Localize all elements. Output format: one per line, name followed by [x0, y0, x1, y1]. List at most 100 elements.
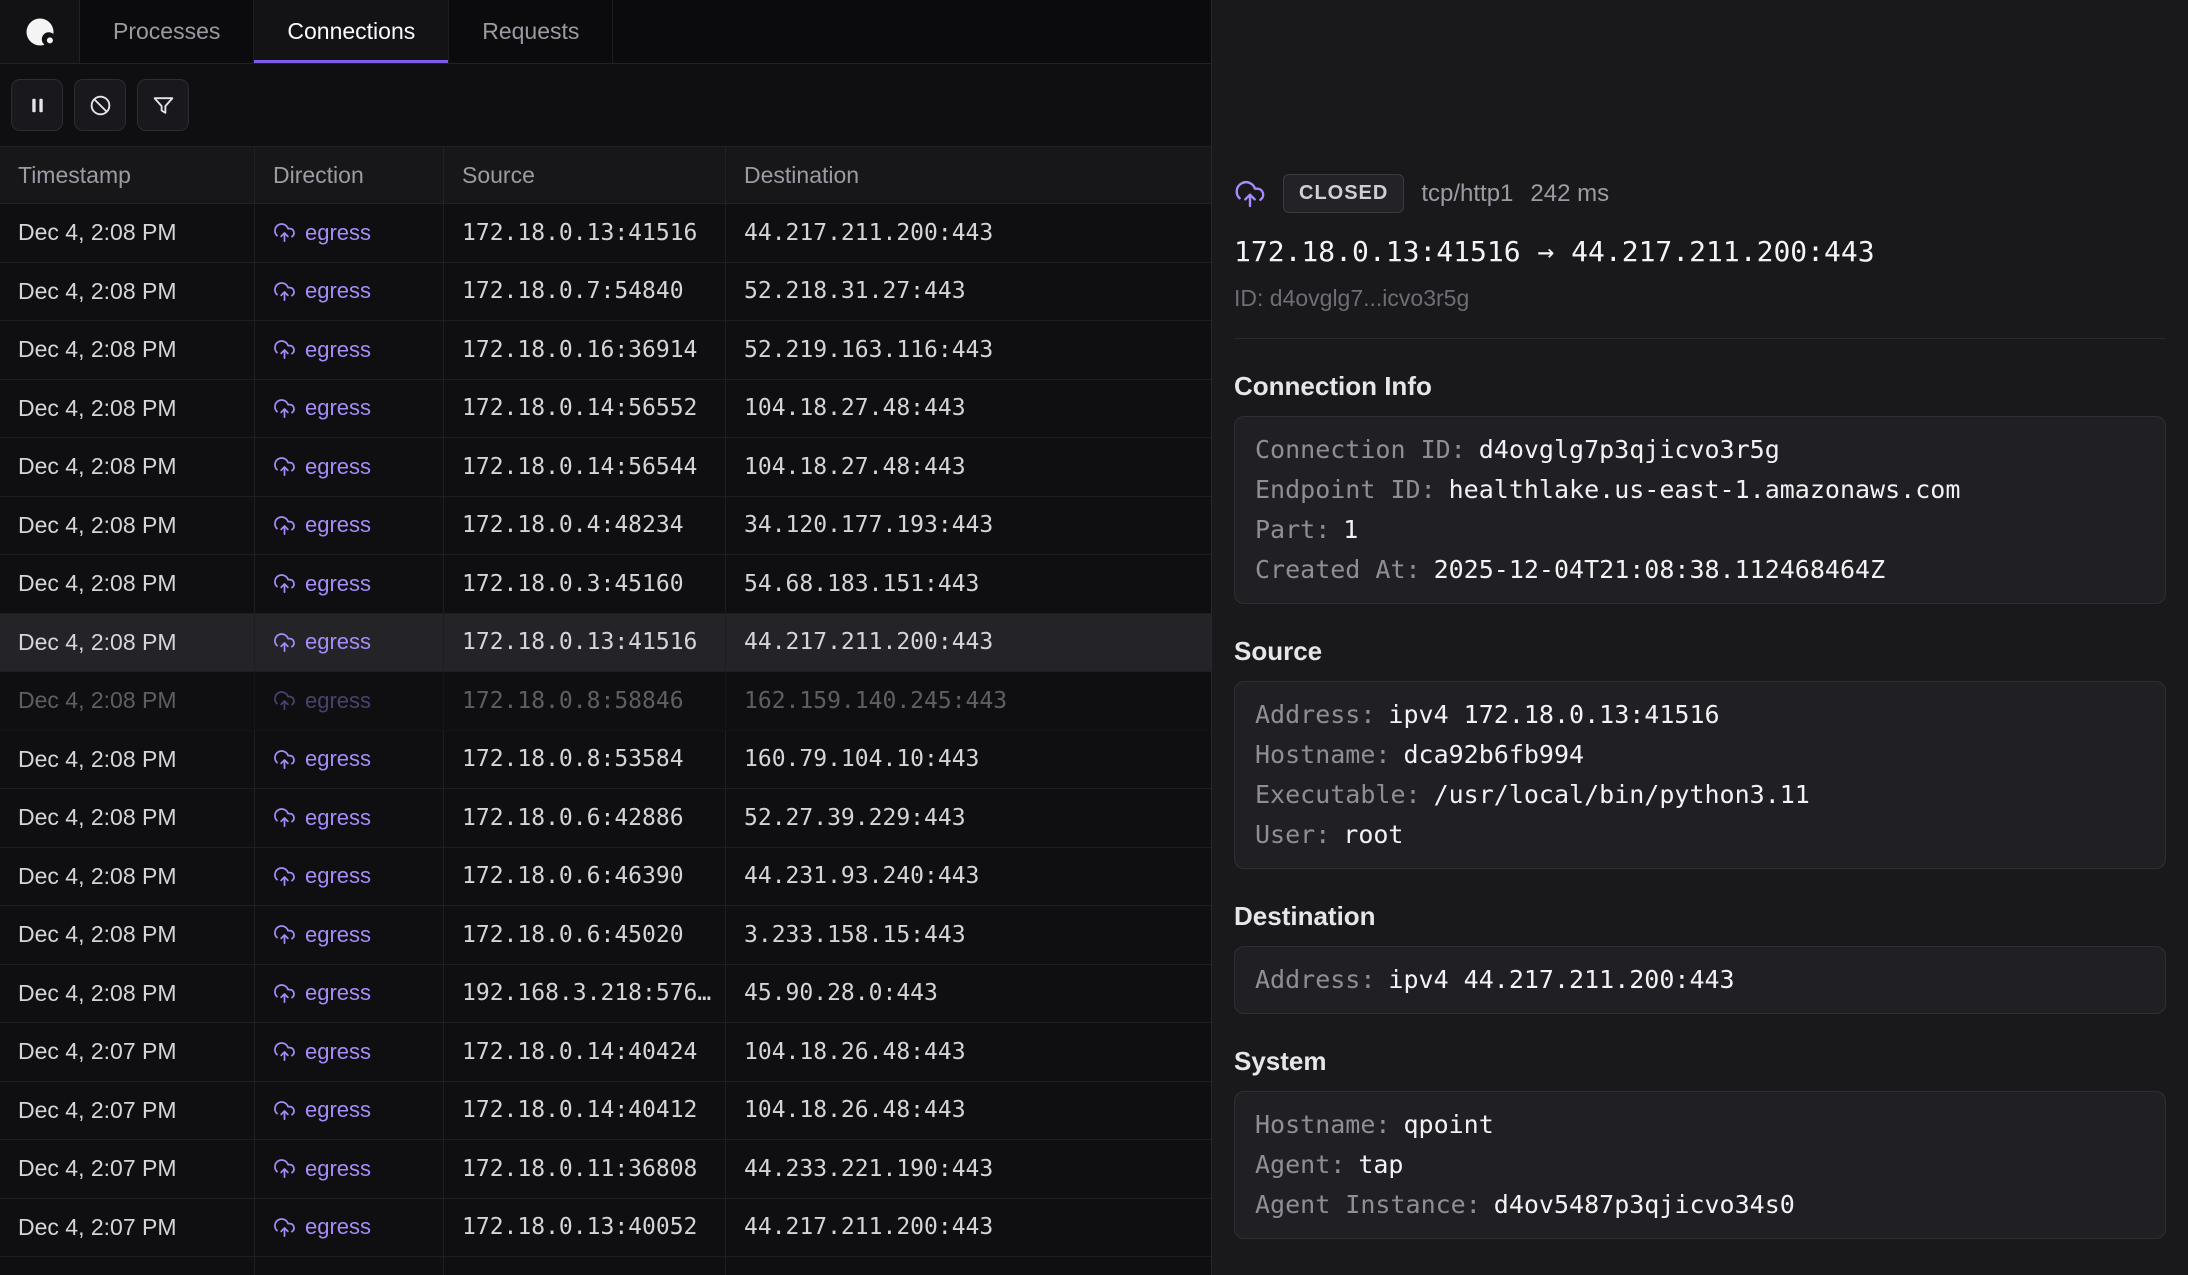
cell-source: 172.18.0.6:46390 [444, 848, 726, 906]
field-label: Hostname: [1255, 740, 1390, 769]
table-row[interactable]: Dec 4, 2:08 PM egress 172.18.0.14:56552 … [0, 380, 1211, 439]
cell-direction: egress [255, 731, 444, 789]
column-header[interactable]: Source [444, 147, 726, 203]
table-row[interactable]: Dec 4, 2:07 PM egress 172.18.0.7:51430 5… [0, 1257, 1211, 1275]
table-row[interactable]: Dec 4, 2:08 PM egress 172.18.0.16:36914 … [0, 321, 1211, 380]
detail-field: Executable:/usr/local/bin/python3.11 [1255, 775, 2145, 815]
direction-label: egress [305, 805, 371, 831]
detail-field: Created At:2025-12-04T21:08:38.112468464… [1255, 550, 2145, 590]
cell-direction: egress [255, 965, 444, 1023]
direction-label: egress [305, 454, 371, 480]
field-label: Connection ID: [1255, 435, 1466, 464]
detail-field: Agent:tap [1255, 1145, 2145, 1185]
cell-destination: 44.233.221.190:443 [726, 1140, 1211, 1198]
table-row[interactable]: Dec 4, 2:08 PM egress 172.18.0.3:45160 5… [0, 555, 1211, 614]
section-title: Destination [1234, 901, 2166, 932]
field-label: Part: [1255, 515, 1330, 544]
table-row[interactable]: Dec 4, 2:08 PM egress 172.18.0.13:41516 … [0, 204, 1211, 263]
tab[interactable]: Processes [80, 0, 254, 63]
egress-cloud-upload-icon [1234, 178, 1266, 210]
connections-table: Timestamp Direction Source Destination D… [0, 146, 1211, 1275]
egress-cloud-upload-icon [273, 748, 296, 771]
section-box: Address:ipv4 44.217.211.200:443 [1234, 946, 2166, 1014]
egress-cloud-upload-icon [273, 221, 296, 244]
field-label: User: [1255, 820, 1330, 849]
table-row[interactable]: Dec 4, 2:07 PM egress 172.18.0.13:40052 … [0, 1199, 1211, 1258]
direction-label: egress [305, 1214, 371, 1240]
cell-direction: egress [255, 672, 444, 730]
table-row[interactable]: Dec 4, 2:08 PM egress 172.18.0.7:54840 5… [0, 263, 1211, 322]
detail-section: Source Address:ipv4 172.18.0.13:41516 Ho… [1234, 636, 2166, 869]
funnel-icon [151, 93, 176, 118]
table-row[interactable]: Dec 4, 2:08 PM egress 172.18.0.14:56544 … [0, 438, 1211, 497]
connection-title: 172.18.0.13:41516 → 44.217.211.200:443 [1234, 235, 2166, 268]
direction-label: egress [305, 220, 371, 246]
pause-icon [25, 93, 50, 118]
cell-source: 172.18.0.11:36808 [444, 1140, 726, 1198]
cell-timestamp: Dec 4, 2:07 PM [0, 1199, 255, 1257]
cell-source: 172.18.0.8:53584 [444, 731, 726, 789]
cell-timestamp: Dec 4, 2:08 PM [0, 965, 255, 1023]
tab[interactable]: Connections [254, 0, 449, 63]
field-label: Executable: [1255, 780, 1421, 809]
cell-source: 172.18.0.4:48234 [444, 497, 726, 555]
table-row[interactable]: Dec 4, 2:08 PM egress 192.168.3.218:576…… [0, 965, 1211, 1024]
app-logo[interactable] [0, 0, 80, 63]
table-row[interactable]: Dec 4, 2:07 PM egress 172.18.0.14:40412 … [0, 1082, 1211, 1141]
field-label: Agent Instance: [1255, 1190, 1481, 1219]
ban-icon [88, 93, 113, 118]
cell-timestamp: Dec 4, 2:08 PM [0, 380, 255, 438]
table-row[interactable]: Dec 4, 2:08 PM egress 172.18.0.6:46390 4… [0, 848, 1211, 907]
cell-direction: egress [255, 614, 444, 672]
field-value: dca92b6fb994 [1403, 740, 1584, 769]
cell-direction: egress [255, 497, 444, 555]
protocol-label: tcp/http1 [1421, 180, 1513, 208]
pause-button[interactable] [11, 79, 63, 131]
table-row[interactable]: Dec 4, 2:07 PM egress 172.18.0.14:40424 … [0, 1023, 1211, 1082]
tab[interactable]: Requests [449, 0, 613, 63]
cell-destination: 44.217.211.200:443 [726, 204, 1211, 262]
column-header[interactable]: Destination [726, 147, 1211, 203]
detail-section: System Hostname:qpoint Agent:tap [1234, 1046, 2166, 1239]
egress-cloud-upload-icon [273, 1157, 296, 1180]
egress-cloud-upload-icon [273, 1216, 296, 1239]
field-label: Agent: [1255, 1150, 1345, 1179]
cell-destination: 44.217.211.200:443 [726, 614, 1211, 672]
filter-button[interactable] [137, 79, 189, 131]
table-row[interactable]: Dec 4, 2:08 PM egress 172.18.0.4:48234 3… [0, 497, 1211, 556]
cell-source: 172.18.0.14:40412 [444, 1082, 726, 1140]
field-label: Address: [1255, 965, 1375, 994]
cell-direction: egress [255, 906, 444, 964]
cell-source: 172.18.0.13:41516 [444, 614, 726, 672]
direction-label: egress [305, 512, 371, 538]
column-header[interactable]: Direction [255, 147, 444, 203]
table-row[interactable]: Dec 4, 2:08 PM egress 172.18.0.8:58846 1… [0, 672, 1211, 731]
table-header: Timestamp Direction Source Destination [0, 146, 1211, 204]
table-row[interactable]: Dec 4, 2:07 PM egress 172.18.0.11:36808 … [0, 1140, 1211, 1199]
cell-source: 172.18.0.14:56552 [444, 380, 726, 438]
table-row[interactable]: Dec 4, 2:08 PM egress 172.18.0.13:41516 … [0, 614, 1211, 673]
cell-timestamp: Dec 4, 2:08 PM [0, 789, 255, 847]
direction-label: egress [305, 629, 371, 655]
egress-cloud-upload-icon [273, 689, 296, 712]
detail-sections: Connection Info Connection ID:d4ovglg7p3… [1234, 371, 2166, 1239]
cell-source: 172.18.0.6:45020 [444, 906, 726, 964]
table-row[interactable]: Dec 4, 2:08 PM egress 172.18.0.6:42886 5… [0, 789, 1211, 848]
table-row[interactable]: Dec 4, 2:08 PM egress 172.18.0.6:45020 3… [0, 906, 1211, 965]
cell-destination: 44.231.93.240:443 [726, 848, 1211, 906]
egress-cloud-upload-icon [273, 982, 296, 1005]
block-button[interactable] [74, 79, 126, 131]
cell-timestamp: Dec 4, 2:08 PM [0, 848, 255, 906]
tab-bar: Processes Connections Requests [0, 0, 1211, 64]
qpoint-logo-icon [22, 14, 58, 50]
detail-field: Hostname:qpoint [1255, 1105, 2145, 1145]
cell-direction: egress [255, 555, 444, 613]
detail-field: Endpoint ID:healthlake.us-east-1.amazona… [1255, 470, 2145, 510]
column-header[interactable]: Timestamp [0, 147, 255, 203]
cell-source: 172.18.0.14:40424 [444, 1023, 726, 1081]
cell-direction: egress [255, 789, 444, 847]
cell-timestamp: Dec 4, 2:08 PM [0, 321, 255, 379]
table-row[interactable]: Dec 4, 2:08 PM egress 172.18.0.8:53584 1… [0, 731, 1211, 790]
cell-direction: egress [255, 1199, 444, 1257]
cell-direction: egress [255, 1140, 444, 1198]
